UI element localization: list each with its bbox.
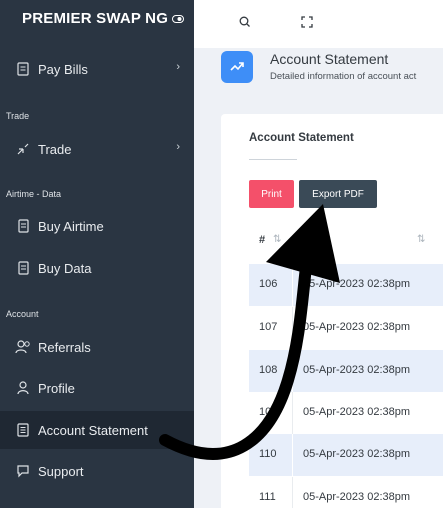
sidebar-item-label: Account Statement — [38, 422, 148, 438]
users-icon — [14, 338, 32, 356]
fullscreen-icon[interactable] — [299, 14, 315, 30]
sort-icon[interactable]: ⇅ — [417, 234, 425, 245]
row-date: 05-Apr-2023 02:38pm — [303, 321, 411, 333]
row-id: 106 — [259, 278, 278, 290]
sidebar-item-pay-bills[interactable]: Pay Bills › — [0, 50, 194, 88]
column-divider — [292, 392, 293, 434]
bill-icon — [14, 60, 32, 78]
sidebar-item-label: Buy Data — [38, 260, 92, 276]
page-title: Account Statement — [270, 51, 389, 67]
data-icon — [14, 259, 32, 277]
row-id: 109 — [259, 406, 278, 418]
sidebar-item-label: Profile — [38, 380, 75, 396]
table-row[interactable]: 109 05-Apr-2023 02:38pm — [249, 392, 443, 434]
search-icon[interactable] — [237, 14, 253, 30]
print-button[interactable]: Print — [249, 180, 294, 208]
trade-icon — [14, 140, 32, 158]
chat-icon — [14, 462, 32, 480]
page-subtitle: Detailed information of account act — [270, 71, 417, 82]
section-account: Account — [6, 309, 39, 319]
chevron-right-icon: › — [176, 141, 180, 153]
table-row[interactable]: 106 05-Apr-2023 02:38pm — [249, 264, 443, 306]
row-id: 111 — [259, 491, 276, 503]
row-id: 108 — [259, 364, 278, 376]
airtime-icon — [14, 217, 32, 235]
column-divider — [292, 434, 293, 476]
sidebar-item-referrals[interactable]: Referrals — [0, 328, 194, 366]
statement-card: Account Statement Print Export PDF # ⇅ ⇅… — [221, 114, 443, 508]
export-pdf-button[interactable]: Export PDF — [299, 180, 377, 208]
brand-name: PREMIER SWAP NG — [22, 10, 169, 27]
toggle-icon[interactable] — [172, 15, 184, 23]
topbar — [194, 0, 443, 48]
row-date: 05-Apr-2023 02:38pm — [303, 364, 411, 376]
sidebar-item-label: Support — [38, 463, 84, 479]
card-title: Account Statement — [249, 132, 354, 144]
table-row[interactable]: 110 05-Apr-2023 02:38pm — [249, 434, 443, 476]
sidebar-item-support[interactable]: Support — [0, 452, 194, 490]
chevron-right-icon: › — [176, 61, 180, 73]
column-divider — [292, 307, 293, 349]
sidebar-item-buy-data[interactable]: Buy Data — [0, 249, 194, 287]
user-icon — [14, 379, 32, 397]
column-header-number[interactable]: # — [259, 234, 265, 246]
sidebar-item-label: Buy Airtime — [38, 218, 104, 234]
sidebar: PREMIER SWAP NG Pay Bills › Trade Trade … — [0, 0, 194, 508]
row-date: 05-Apr-2023 02:38pm — [303, 448, 411, 460]
sidebar-item-account-statement[interactable]: Account Statement — [0, 411, 194, 449]
statement-icon — [14, 421, 32, 439]
table-row[interactable]: 108 05-Apr-2023 02:38pm — [249, 350, 443, 392]
sidebar-item-label: Trade — [38, 141, 72, 157]
table-row[interactable]: 111 05-Apr-2023 02:38pm — [249, 477, 443, 508]
table-row[interactable]: 107 05-Apr-2023 02:38pm — [249, 307, 443, 349]
row-id: 107 — [259, 321, 278, 333]
sidebar-item-label: Pay Bills — [38, 61, 88, 77]
row-date: 05-Apr-2023 02:38pm — [303, 491, 411, 503]
sidebar-item-trade[interactable]: Trade › — [0, 130, 194, 168]
sort-icon[interactable]: ⇅ — [273, 234, 281, 245]
row-date: 05-Apr-2023 02:38pm — [303, 406, 411, 418]
title-underline — [249, 159, 297, 160]
row-id: 110 — [259, 448, 277, 460]
sidebar-item-buy-airtime[interactable]: Buy Airtime — [0, 207, 194, 245]
column-divider — [292, 350, 293, 392]
section-airtime: Airtime - Data — [6, 189, 62, 199]
column-divider — [292, 264, 293, 306]
sidebar-item-profile[interactable]: Profile — [0, 369, 194, 407]
row-date: 05-Apr-2023 02:38pm — [303, 278, 411, 290]
column-divider — [292, 477, 293, 508]
section-trade: Trade — [6, 111, 30, 121]
sidebar-item-label: Referrals — [38, 339, 91, 355]
trend-up-icon — [221, 51, 253, 83]
